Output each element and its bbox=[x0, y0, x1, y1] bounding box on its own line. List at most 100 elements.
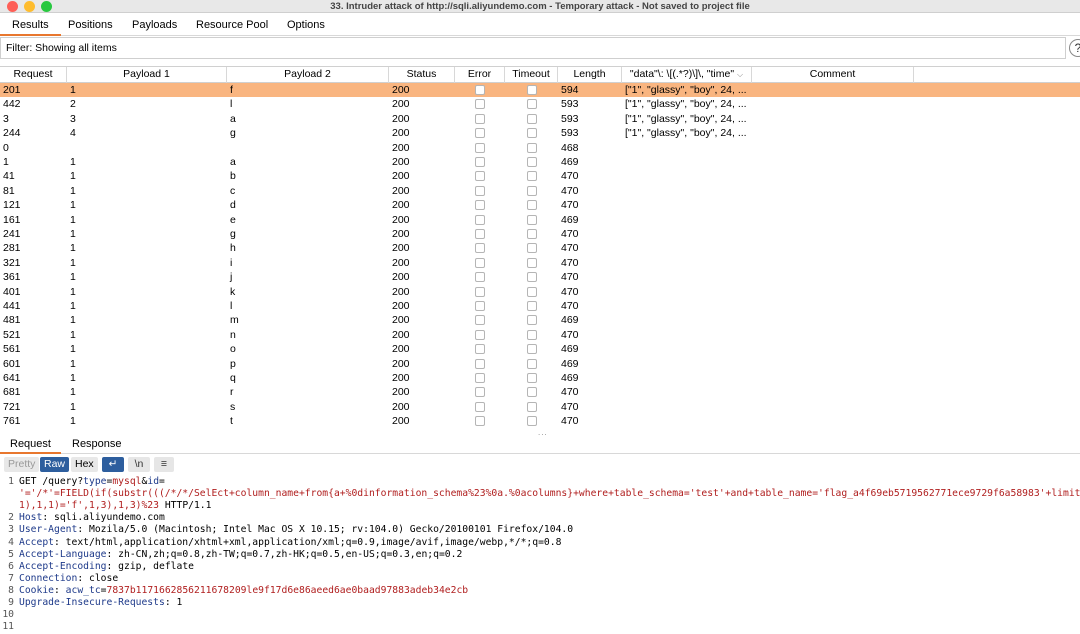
tab-payloads[interactable]: Payloads bbox=[120, 15, 189, 36]
cell-grep-extract: ["1", "glassy", "boy", 24, ... bbox=[625, 112, 747, 125]
table-row[interactable]: 201 1 f 200 594 ["1", "glassy", "boy", 24, ..… bbox=[0, 83, 1080, 98]
cell-payload-1: 4 bbox=[70, 127, 76, 140]
wrap-lines-icon[interactable]: ↵ bbox=[102, 457, 124, 472]
table-row[interactable]: 244 4 g 200 593 ["1", "glassy", "boy", 24, ..… bbox=[0, 126, 1080, 140]
timeout-checkbox bbox=[527, 329, 537, 340]
code-token: Host bbox=[19, 512, 43, 524]
cell-grep-extract bbox=[622, 227, 752, 241]
pretty-button[interactable]: Pretty bbox=[4, 457, 40, 472]
error-checkbox bbox=[475, 286, 485, 297]
column-grep-extract[interactable]: "data"\: \[(.*?)\]\, "time" ⌵ bbox=[622, 67, 752, 83]
tab-resource-pool[interactable]: Resource Pool bbox=[184, 15, 280, 36]
help-icon[interactable]: ? bbox=[1069, 39, 1080, 57]
cell-payload-2 bbox=[227, 141, 389, 155]
code-token: GET /query? bbox=[19, 476, 84, 487]
table-row[interactable]: 321 1 i 200 470 bbox=[0, 256, 1080, 270]
table-row[interactable]: 241 1 g 200 470 bbox=[0, 227, 1080, 241]
table-row[interactable]: 481 1 m 200 469 bbox=[0, 313, 1080, 327]
cell-request: 761 bbox=[3, 415, 21, 428]
cell-grep-extract: ["1", "glassy", "boy", 24, ... bbox=[625, 84, 747, 96]
table-row[interactable]: 361 1 j 200 470 bbox=[0, 270, 1080, 284]
table-row[interactable]: 161 1 e 200 469 bbox=[0, 213, 1080, 227]
top-tabs: Results Positions Payloads Resource Pool… bbox=[0, 15, 1080, 36]
table-row[interactable]: 761 1 t 200 470 bbox=[0, 414, 1080, 428]
code-token: Accept-Language bbox=[19, 548, 107, 560]
tab-results[interactable]: Results bbox=[0, 15, 61, 36]
table-row[interactable]: 3 3 a 200 593 ["1", "glassy", "boy", 24, ... bbox=[0, 112, 1080, 126]
column-timeout[interactable]: Timeout bbox=[505, 67, 558, 83]
line-content: 1),1,1)='f',1,3),1,3)%23 HTTP/1.1 bbox=[19, 500, 211, 512]
cell-request: 121 bbox=[3, 199, 21, 212]
raw-button[interactable]: Raw bbox=[40, 457, 70, 472]
table-row[interactable]: 0 200 468 bbox=[0, 141, 1080, 155]
cell-length: 470 bbox=[561, 300, 579, 312]
table-row[interactable]: 81 1 c 200 470 bbox=[0, 184, 1080, 198]
column-payload-2[interactable]: Payload 2 bbox=[227, 67, 389, 83]
table-row[interactable]: 441 1 l 200 470 bbox=[0, 299, 1080, 313]
line-number: 1 bbox=[8, 476, 14, 487]
code-token: : close bbox=[77, 572, 119, 584]
newline-icon[interactable]: \n bbox=[128, 457, 150, 472]
filter-bar[interactable]: Filter: Showing all items bbox=[0, 37, 1066, 59]
cell-grep-extract bbox=[622, 184, 752, 198]
cell-length: 470 bbox=[561, 256, 579, 269]
error-checkbox bbox=[475, 387, 485, 398]
column-status[interactable]: Status bbox=[389, 67, 455, 83]
cell-payload-2: g bbox=[230, 228, 236, 240]
table-row[interactable]: 1 1 a 200 469 bbox=[0, 155, 1080, 169]
tab-positions[interactable]: Positions bbox=[56, 15, 125, 36]
cell-status: 200 bbox=[392, 300, 410, 312]
column-length[interactable]: Length bbox=[558, 67, 622, 83]
column-grep-extract-label: "data"\: \[(.*?)\]\, "time" bbox=[629, 68, 735, 80]
table-row[interactable]: 442 2 l 200 593 ["1", "glassy", "boy", 24, ..… bbox=[0, 97, 1080, 111]
cell-request: 1 bbox=[3, 156, 9, 168]
tab-response[interactable]: Response bbox=[62, 436, 132, 454]
column-comment[interactable]: Comment bbox=[752, 67, 914, 83]
column-payload-1[interactable]: Payload 1 bbox=[67, 67, 227, 83]
cell-length: 469 bbox=[561, 213, 579, 226]
table-row[interactable]: 521 1 n 200 470 bbox=[0, 328, 1080, 342]
table-row[interactable]: 641 1 q 200 469 bbox=[0, 371, 1080, 385]
cell-payload-1: 1 bbox=[70, 242, 76, 255]
table-row[interactable]: 561 1 o 200 469 bbox=[0, 342, 1080, 356]
cell-payload-1: 1 bbox=[70, 285, 76, 298]
timeout-checkbox bbox=[527, 185, 537, 196]
line-number: 6 bbox=[8, 560, 14, 572]
table-row[interactable]: 121 1 d 200 470 bbox=[0, 198, 1080, 212]
table-row[interactable]: 601 1 p 200 469 bbox=[0, 357, 1080, 371]
cell-payload-2: t bbox=[230, 415, 233, 428]
timeout-checkbox bbox=[527, 286, 537, 297]
cell-length: 470 bbox=[561, 271, 579, 284]
table-row[interactable]: 401 1 k 200 470 bbox=[0, 285, 1080, 299]
cell-grep-extract bbox=[622, 299, 752, 313]
column-request[interactable]: Request bbox=[0, 67, 67, 83]
cell-payload-1: 1 bbox=[70, 271, 76, 284]
cell-status: 200 bbox=[392, 314, 410, 327]
cell-grep-extract bbox=[622, 385, 752, 399]
title-bar: 33. Intruder attack of http://sqli.aliyu… bbox=[0, 0, 1080, 13]
cell-request: 641 bbox=[3, 372, 21, 384]
table-row[interactable]: 681 1 r 200 470 bbox=[0, 385, 1080, 399]
cell-request: 442 bbox=[3, 98, 21, 111]
cell-status: 200 bbox=[392, 256, 410, 269]
hex-button[interactable]: Hex bbox=[71, 457, 98, 472]
cell-payload-2: s bbox=[230, 400, 236, 413]
table-row[interactable]: 41 1 b 200 470 bbox=[0, 169, 1080, 183]
tab-options[interactable]: Options bbox=[275, 15, 337, 36]
cell-status: 200 bbox=[392, 98, 410, 111]
cell-length: 469 bbox=[561, 372, 579, 384]
table-row[interactable]: 721 1 s 200 470 bbox=[0, 400, 1080, 414]
cell-payload-1: 1 bbox=[70, 372, 76, 384]
cell-length: 470 bbox=[561, 242, 579, 255]
cell-payload-1: 1 bbox=[70, 199, 76, 212]
code-token: 1),1,1)='f',1,3),1,3)%23 bbox=[19, 500, 159, 512]
timeout-checkbox bbox=[527, 214, 537, 225]
menu-icon[interactable]: ≡ bbox=[154, 457, 174, 472]
cell-request: 241 bbox=[3, 228, 21, 240]
table-row[interactable]: 281 1 h 200 470 bbox=[0, 241, 1080, 255]
tab-request[interactable]: Request bbox=[0, 436, 61, 454]
cell-status: 200 bbox=[392, 127, 410, 140]
column-error[interactable]: Error bbox=[455, 67, 505, 83]
cell-request: 361 bbox=[3, 271, 21, 284]
cell-payload-1: 3 bbox=[70, 112, 76, 125]
